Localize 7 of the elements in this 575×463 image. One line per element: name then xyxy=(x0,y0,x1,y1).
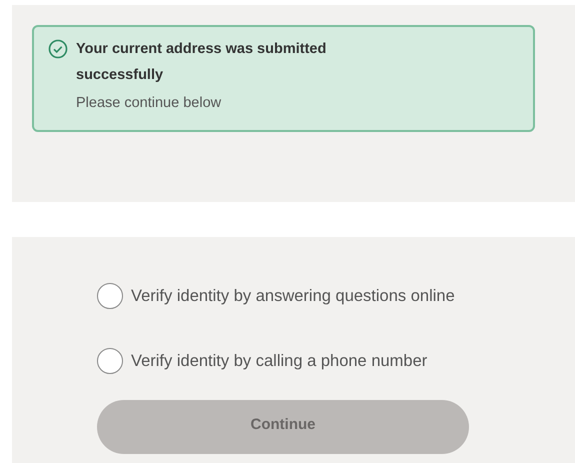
alert-title: Your current address was submitted successfully xyxy=(76,40,328,85)
radio-button[interactable] xyxy=(97,348,123,374)
check-circle-icon xyxy=(48,39,68,59)
option-label[interactable]: Verify identity by answering questions online xyxy=(131,284,455,308)
option-label[interactable]: Verify identity by calling a phone number xyxy=(131,348,428,374)
alert-message: Please continue below xyxy=(76,94,222,113)
radio-button[interactable] xyxy=(97,283,123,309)
